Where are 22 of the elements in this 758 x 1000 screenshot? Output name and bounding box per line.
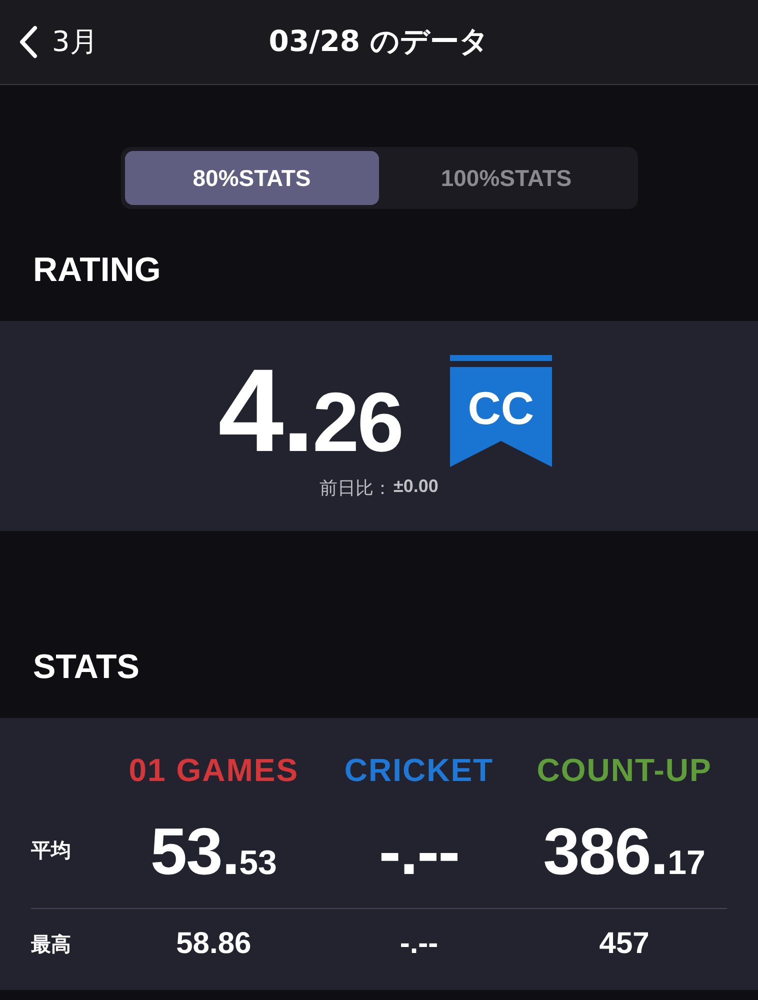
change-text: 前日比：±0.00: [320, 476, 438, 500]
segment-tab[interactable]: 100%STATS: [379, 151, 634, 205]
column-header: CRICKET: [344, 752, 494, 788]
rating-value: 4.26: [218, 352, 402, 470]
stat-value: 53.53: [150, 812, 277, 888]
column-header: COUNT-UP: [536, 752, 712, 788]
ribbon-icon: [450, 355, 552, 467]
row-label: 最高: [31, 930, 71, 958]
stat-value: 457: [599, 927, 650, 961]
back-button[interactable]: 3月: [18, 23, 98, 61]
screen-title: 03/28 のデータ: [268, 23, 490, 60]
section-heading: STATS: [33, 648, 140, 686]
segment-tab[interactable]: 80%STATS: [124, 151, 379, 205]
back-icon: [18, 25, 38, 59]
rank-label: CC: [466, 381, 536, 435]
section-heading: RATING: [33, 251, 161, 289]
column-header: 01 GAMES: [128, 752, 299, 788]
stat-value: 386.17: [543, 812, 706, 888]
stat-value: -.--: [400, 927, 438, 961]
stat-value: 58.86: [176, 927, 252, 961]
stat-value: -.--: [378, 812, 460, 888]
row-label: 平均: [31, 837, 71, 864]
